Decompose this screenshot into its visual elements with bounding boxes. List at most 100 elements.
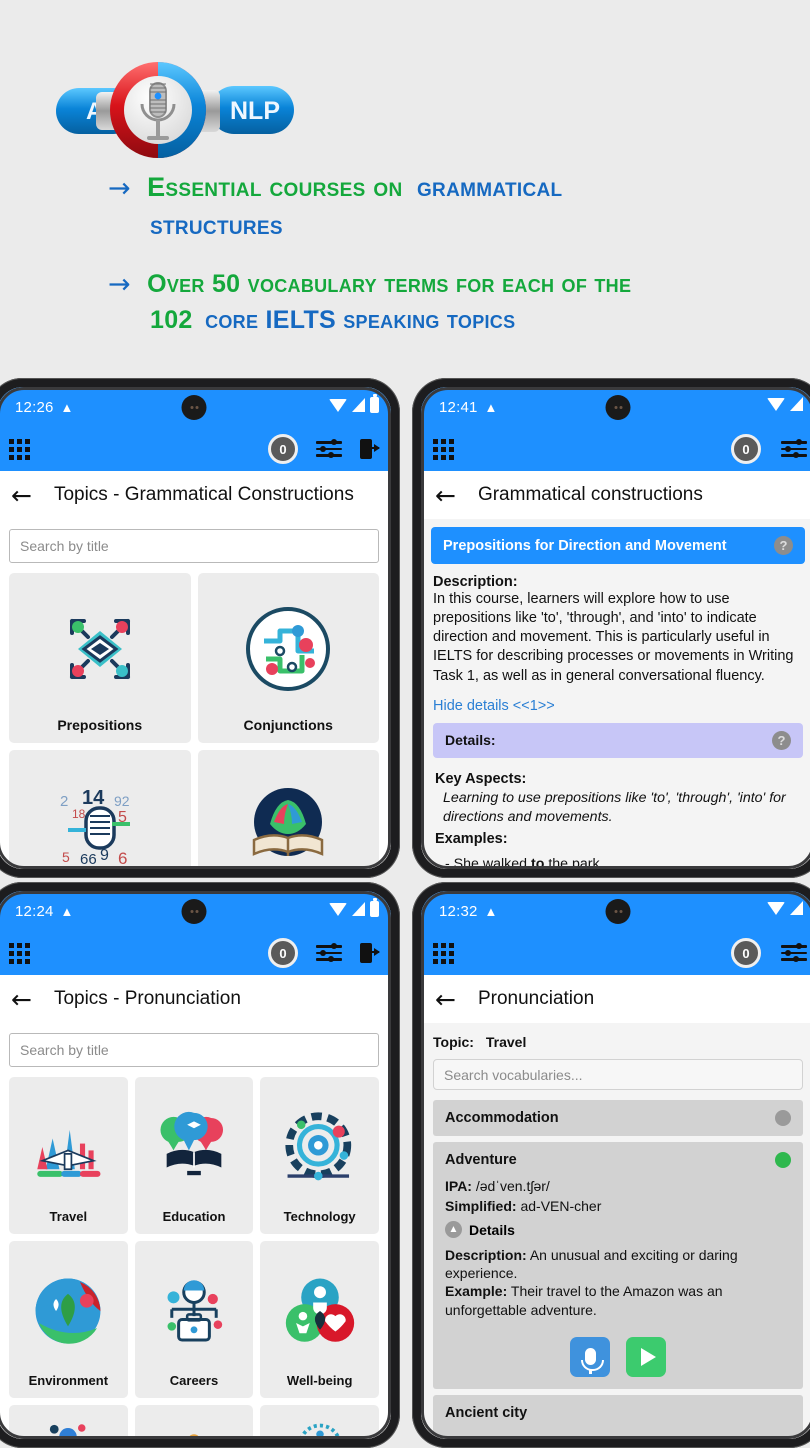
abstract-icon [139,1413,250,1439]
grid-menu-icon[interactable] [9,943,30,964]
example-keyword: to [531,856,544,869]
warning-triangle-icon: ▲ [485,400,498,415]
battery-icon [370,397,379,413]
sliders-icon[interactable] [316,440,342,458]
phone-mockup-topics-grammar: 12:26 ▲ 0 ← Topics - Grammatical Constru [0,378,400,878]
signal-icon [352,902,365,916]
phone-mockup-topics-pronunciation: 12:24 ▲ 0 ← Topics - Pronunciation [0,882,400,1448]
svg-text:6: 6 [118,849,127,868]
page-title: Pronunciation [478,988,594,1010]
back-arrow-icon[interactable]: ← [435,987,456,1012]
sliders-icon[interactable] [781,944,807,962]
status-time: 12:41 [439,399,478,416]
search-placeholder: Search by title [20,1042,109,1058]
topic-card-label: Travel [50,1209,88,1224]
title-bar: ← Topics - Pronunciation [0,975,391,1023]
topic-card-partial[interactable] [9,1405,128,1439]
vocabulary-row-ancient-city[interactable]: Ancient city [433,1395,803,1439]
details-toggle-label: Details [469,1222,515,1238]
key-aspects-label: Key Aspects: [435,770,803,790]
counter-badge[interactable]: 0 [731,938,761,968]
environment-leaf-icon [13,1255,124,1367]
education-book-icon [139,1091,250,1203]
word-choice-book-icon [202,764,376,869]
topic-card-label: Well-being [287,1373,352,1388]
example-label: Example: [445,1283,507,1299]
wifi-icon [767,398,785,411]
search-input[interactable]: Search by title [9,1033,379,1067]
radial-icon [264,1413,375,1439]
microphone-icon[interactable] [570,1337,610,1377]
question-mark-icon[interactable]: ? [774,536,793,555]
topic-card-label: Environment [29,1373,108,1388]
topic-card-environment[interactable]: Environment [9,1241,128,1398]
ai-nlp-logo: AI NLP [48,52,298,172]
camera-notch-icon [606,899,631,924]
counter-badge[interactable]: 0 [731,434,761,464]
bullet-1-blue-text: grammatical [417,172,562,202]
technology-gear-icon [264,1091,375,1203]
conjunctions-circuit-icon [202,587,376,711]
content-area: Search by title [0,1023,391,1439]
topic-card-partial[interactable] [135,1405,254,1439]
question-mark-icon[interactable]: ? [772,731,791,750]
topic-card-education[interactable]: Education [135,1077,254,1234]
vocabulary-row-accommodation[interactable]: Accommodation [433,1100,803,1136]
topic-card-label: Education [163,1209,226,1224]
key-aspects-text: Learning to use prepositions like 'to', … [435,789,803,827]
content-area: Topic: Travel Search vocabularies... Acc… [421,1023,810,1439]
topic-card-conjunctions[interactable]: Conjunctions [198,573,380,743]
back-arrow-icon[interactable]: ← [11,987,32,1012]
status-dot [775,1152,791,1168]
title-bar: ← Topics - Grammatical Constructions [0,471,391,519]
details-toggle[interactable]: ▲ Details [445,1221,791,1238]
warning-triangle-icon: ▲ [61,904,74,919]
topic-card-careers[interactable]: Careers [135,1241,254,1398]
topic-card-technology[interactable]: Technology [260,1077,379,1234]
counter-badge[interactable]: 0 [268,434,298,464]
play-icon[interactable] [626,1337,666,1377]
status-time: 12:32 [439,903,478,920]
vocabulary-word: Ancient city [445,1405,527,1421]
counter-badge[interactable]: 0 [268,938,298,968]
back-arrow-icon[interactable]: ← [435,483,456,508]
course-title-bar[interactable]: Prepositions for Direction and Movement … [431,527,805,564]
simplified-value: ad-VEN-cher [520,1198,601,1214]
svg-text:14: 14 [82,787,105,809]
search-input[interactable]: Search by title [9,529,379,563]
topic-card-travel[interactable]: Travel [9,1077,128,1234]
svg-text:92: 92 [114,793,130,809]
sliders-icon[interactable] [316,944,342,962]
vocabulary-search-input[interactable]: Search vocabularies... [433,1059,803,1090]
example-prefix: - She walked [445,856,531,869]
topic-card-articles-numbers[interactable]: 2 18 14 92 5 5 [9,750,191,869]
logo-graphic: AI NLP [48,52,298,172]
grid-menu-icon[interactable] [9,439,30,460]
topic-card-prepositions[interactable]: Prepositions [9,573,191,743]
topic-card-partial[interactable] [260,1405,379,1439]
course-title: Prepositions for Direction and Movement [443,538,727,554]
logout-icon[interactable] [360,943,379,963]
back-arrow-icon[interactable]: ← [11,483,32,508]
content-area: Prepositions for Direction and Movement … [421,519,810,869]
topic-card-well-being[interactable]: Well-being [260,1241,379,1398]
logout-icon[interactable] [360,439,379,459]
sliders-icon[interactable] [781,440,807,458]
details-header: Details: ? [433,723,803,758]
promo-bullet-2: → Over 50 vocabulary terms for each of t… [108,269,808,335]
hide-details-link[interactable]: Hide details <<1>> [433,698,803,714]
bullet-2-blue-text: core IELTS speaking topics [205,306,515,334]
simplified-label: Simplified: [445,1198,517,1214]
vocabulary-word[interactable]: Adventure [445,1152,791,1168]
prepositions-arrows-icon [13,587,187,711]
warning-triangle-icon: ▲ [485,904,498,919]
bullet-1-green-text: Essential courses on [147,172,402,202]
grid-menu-icon[interactable] [433,439,454,460]
screen: 12:41 ▲ 0 ← Grammatical constructions [421,387,810,869]
warning-triangle-icon: ▲ [61,400,74,415]
careers-briefcase-icon [139,1255,250,1367]
grid-menu-icon[interactable] [433,943,454,964]
topic-card-word-choice[interactable]: Word Choice [198,750,380,869]
bullet-1-line2-text: structures [150,210,283,240]
promo-bullet-list: → Essential courses on grammatical struc… [108,172,808,351]
